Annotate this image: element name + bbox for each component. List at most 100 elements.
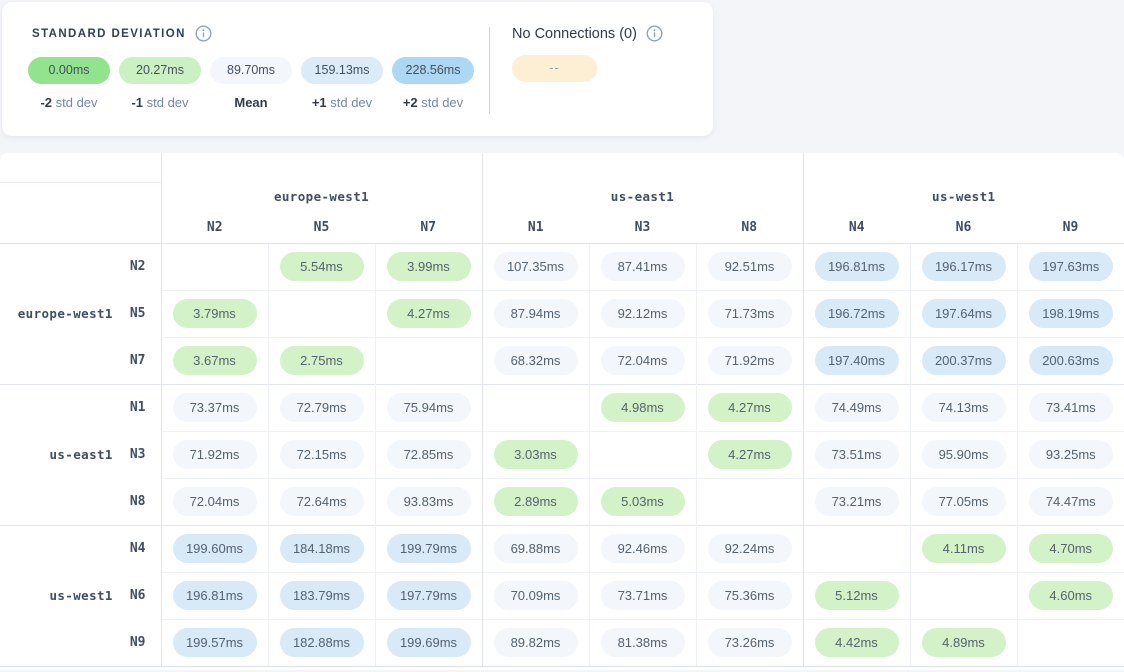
latency-pill[interactable]: 197.40ms — [815, 346, 899, 375]
latency-pill[interactable]: 73.71ms — [601, 581, 685, 610]
latency-pill[interactable]: 92.46ms — [601, 534, 685, 563]
row-label-cell: N7 — [0, 337, 161, 384]
legend-divider — [489, 27, 490, 114]
std-deviation-card: STANDARD DEVIATION 0.00ms-2 std dev20.27… — [2, 2, 713, 136]
latency-pill[interactable]: 199.60ms — [173, 534, 257, 563]
latency-pill[interactable]: 5.03ms — [601, 487, 685, 516]
latency-pill[interactable]: 72.79ms — [280, 393, 364, 422]
latency-pill[interactable]: 75.36ms — [708, 581, 792, 610]
latency-pill[interactable]: 70.09ms — [494, 581, 578, 610]
latency-pill[interactable]: 5.12ms — [815, 581, 899, 610]
latency-pill[interactable]: 182.88ms — [280, 628, 364, 657]
latency-pill[interactable]: 72.15ms — [280, 440, 364, 469]
latency-cell: 72.04ms — [161, 478, 268, 525]
info-icon[interactable] — [195, 25, 212, 42]
latency-pill[interactable]: 2.89ms — [494, 487, 578, 516]
latency-pill[interactable]: 73.37ms — [173, 393, 257, 422]
latency-pill[interactable]: 74.13ms — [922, 393, 1006, 422]
latency-cell: 5.54ms — [268, 243, 375, 290]
latency-pill[interactable]: 3.79ms — [173, 299, 257, 328]
legend-item: 159.13ms+1 std dev — [301, 57, 383, 110]
latency-pill[interactable]: 196.72ms — [815, 299, 899, 328]
latency-pill[interactable]: 3.03ms — [494, 440, 578, 469]
latency-pill[interactable]: 95.90ms — [922, 440, 1006, 469]
latency-pill[interactable]: 92.12ms — [601, 299, 685, 328]
latency-pill[interactable]: 87.41ms — [601, 252, 685, 281]
row-region-label: europe-west1 — [18, 306, 113, 321]
latency-pill[interactable]: 196.81ms — [173, 581, 257, 610]
latency-pill[interactable]: 199.69ms — [387, 628, 471, 657]
latency-pill[interactable]: 73.41ms — [1029, 393, 1113, 422]
latency-pill[interactable]: 3.99ms — [387, 252, 471, 281]
latency-cell: 197.64ms — [910, 290, 1017, 337]
latency-pill[interactable]: 197.79ms — [387, 581, 471, 610]
latency-pill[interactable]: 81.38ms — [601, 628, 685, 657]
latency-pill[interactable]: 68.32ms — [494, 346, 578, 375]
latency-pill[interactable]: 184.18ms — [280, 534, 364, 563]
legend-items: 0.00ms-2 std dev20.27ms-1 std dev89.70ms… — [28, 57, 474, 110]
latency-cell: 72.04ms — [589, 337, 696, 384]
latency-pill[interactable]: 183.79ms — [280, 581, 364, 610]
latency-cell: 183.79ms — [268, 572, 375, 619]
legend-pill: 89.70ms — [210, 57, 292, 84]
latency-cell: 92.51ms — [696, 243, 803, 290]
info-icon[interactable] — [646, 25, 663, 42]
latency-pill[interactable]: 4.89ms — [922, 628, 1006, 657]
latency-pill[interactable]: 87.94ms — [494, 299, 578, 328]
latency-pill[interactable]: 73.51ms — [815, 440, 899, 469]
latency-pill[interactable]: 200.37ms — [922, 346, 1006, 375]
latency-pill[interactable]: 73.21ms — [815, 487, 899, 516]
latency-pill[interactable]: 3.67ms — [173, 346, 257, 375]
latency-pill[interactable]: 93.25ms — [1029, 440, 1113, 469]
latency-pill[interactable]: 74.47ms — [1029, 487, 1113, 516]
latency-pill[interactable]: 199.57ms — [173, 628, 257, 657]
latency-cell: 74.13ms — [910, 384, 1017, 431]
latency-pill[interactable]: 75.94ms — [387, 393, 471, 422]
latency-pill[interactable]: 74.49ms — [815, 393, 899, 422]
latency-pill[interactable]: 89.82ms — [494, 628, 578, 657]
no-connections-section: No Connections (0) -- — [512, 25, 663, 82]
latency-cell: 3.99ms — [375, 243, 482, 290]
latency-pill[interactable]: 2.75ms — [280, 346, 364, 375]
latency-pill[interactable]: 107.35ms — [494, 252, 578, 281]
legend-label: +2 std dev — [403, 95, 463, 110]
latency-pill[interactable]: 72.04ms — [173, 487, 257, 516]
latency-pill[interactable]: 4.27ms — [708, 393, 792, 422]
latency-pill[interactable]: 72.64ms — [280, 487, 364, 516]
latency-pill[interactable]: 77.05ms — [922, 487, 1006, 516]
latency-pill[interactable]: 199.79ms — [387, 534, 471, 563]
latency-pill[interactable]: 73.26ms — [708, 628, 792, 657]
latency-pill[interactable]: 196.17ms — [922, 252, 1006, 281]
row-node-label: N6 — [130, 588, 146, 603]
latency-pill[interactable]: 72.85ms — [387, 440, 471, 469]
latency-pill[interactable]: 5.54ms — [280, 252, 364, 281]
latency-pill[interactable]: 4.27ms — [387, 299, 471, 328]
latency-pill[interactable]: 93.83ms — [387, 487, 471, 516]
row-region-label: us-east1 — [49, 447, 112, 462]
latency-pill[interactable]: 4.98ms — [601, 393, 685, 422]
latency-pill[interactable]: 197.63ms — [1029, 252, 1113, 281]
latency-pill[interactable]: 72.04ms — [601, 346, 685, 375]
latency-cell: 199.60ms — [161, 525, 268, 572]
latency-pill[interactable]: 200.63ms — [1029, 346, 1113, 375]
latency-pill[interactable]: 198.19ms — [1029, 299, 1113, 328]
latency-pill[interactable]: 4.42ms — [815, 628, 899, 657]
latency-cell: 87.41ms — [589, 243, 696, 290]
latency-pill[interactable]: 4.60ms — [1029, 581, 1113, 610]
row-node-label: N1 — [130, 400, 146, 415]
latency-pill[interactable]: 196.81ms — [815, 252, 899, 281]
latency-pill[interactable]: 4.11ms — [922, 534, 1006, 563]
latency-cell: 70.09ms — [482, 572, 589, 619]
latency-cell: 197.79ms — [375, 572, 482, 619]
latency-pill[interactable]: 4.70ms — [1029, 534, 1113, 563]
latency-pill[interactable]: 69.88ms — [494, 534, 578, 563]
latency-pill[interactable]: 92.24ms — [708, 534, 792, 563]
latency-pill[interactable]: 197.64ms — [922, 299, 1006, 328]
legend-pill: 228.56ms — [392, 57, 474, 84]
latency-cell: 197.63ms — [1017, 243, 1124, 290]
latency-pill[interactable]: 92.51ms — [708, 252, 792, 281]
latency-pill[interactable]: 4.27ms — [708, 440, 792, 469]
latency-pill[interactable]: 71.73ms — [708, 299, 792, 328]
latency-pill[interactable]: 71.92ms — [708, 346, 792, 375]
latency-pill[interactable]: 71.92ms — [173, 440, 257, 469]
